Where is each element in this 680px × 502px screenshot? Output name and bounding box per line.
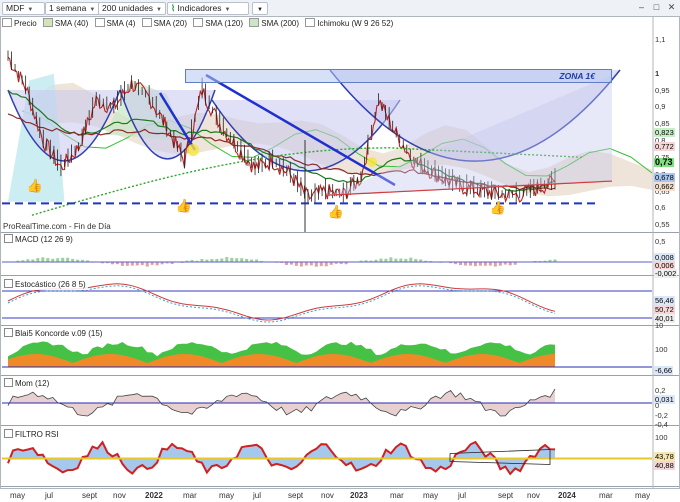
resistance-zone: ZONA 1€ (185, 69, 612, 83)
thumbs-up-icon: 👍 (176, 198, 192, 214)
panel-swatch (4, 234, 13, 243)
price-axis-label: 0,9 (655, 102, 666, 112)
panel-swatch (4, 279, 13, 288)
time-axis-label: nov (321, 491, 334, 500)
highlight-dot (367, 157, 377, 167)
time-axis-label: nov (113, 491, 126, 500)
panel-swatch (4, 328, 13, 337)
panel-label-macd[interactable]: MACD (12 26 9) (2, 234, 75, 245)
price-tag: 0,73 (654, 157, 674, 167)
macd-tag: -0,002 (654, 269, 678, 278)
stoch-tag: 50,72 (654, 305, 675, 314)
price-axis-label: 0,5 (655, 237, 666, 247)
price-axis-label: 0,95 (655, 85, 670, 95)
panel-label-text: Estocástico (26 8 5) (15, 280, 86, 289)
panel-swatch (4, 429, 13, 438)
time-axis-label: may (10, 491, 26, 500)
koncorde-tag: -6,66 (654, 366, 674, 375)
mom-axis-label: -0,4 (655, 420, 668, 429)
time-axis-label: jul (458, 491, 467, 500)
rsi-tag: 43,78 (654, 452, 675, 461)
panel-label-momentum[interactable]: Mom (12) (2, 378, 52, 389)
thumbs-up-icon: 👍 (27, 178, 43, 194)
rsi-tag: 40,88 (654, 461, 675, 470)
time-axis-label: may (219, 491, 235, 500)
time-axis-label: 2024 (558, 491, 576, 500)
thumbs-up-icon: 👍 (328, 204, 344, 220)
time-axis-label: mar (599, 491, 613, 500)
stoch-tag: 56,46 (654, 296, 675, 305)
stoch-axis-label: 10 (655, 321, 664, 330)
price-tag: 0,678 (654, 173, 675, 182)
time-axis-label: jul (45, 491, 54, 500)
panel-label-text: Mom (12) (15, 379, 50, 388)
panel-label-stochastic[interactable]: Estocástico (26 8 5) (2, 279, 88, 290)
time-axis-label: may (635, 491, 651, 500)
price-tag: 0,823 (654, 128, 675, 137)
price-axis-label: 0,85 (655, 119, 670, 129)
mom-axis-label: 0,2 (655, 386, 666, 395)
rsi-axis-label: 100 (655, 433, 668, 442)
price-axis-label: 1,1 (655, 35, 666, 45)
time-axis-label: sept (288, 491, 304, 500)
panel-label-koncorde[interactable]: Blai5 Koncorde v.09 (15) (2, 328, 105, 339)
time-axis-label: nov (527, 491, 540, 500)
panel-label-rsi[interactable]: FILTRO RSI (2, 429, 61, 440)
time-axis-label: mar (390, 491, 404, 500)
time-axis-label: sept (498, 491, 514, 500)
panel-label-text: FILTRO RSI (15, 430, 59, 439)
price-axis-label: 1 (655, 68, 660, 78)
price-tag: 0,662 (654, 182, 675, 191)
price-axis-label: 0,6 (655, 203, 666, 213)
panel-swatch (4, 378, 13, 387)
time-axis-label: mar (183, 491, 197, 500)
mom-axis-label: -0,2 (655, 411, 668, 420)
koncorde-axis-label: 100 (655, 345, 668, 354)
time-axis-label: sept (82, 491, 98, 500)
time-axis-label: 2023 (350, 491, 368, 500)
time-axis-label: 2022 (145, 491, 163, 500)
price-tag: 0,772 (654, 142, 675, 151)
time-axis-label: jul (253, 491, 262, 500)
data-credit: ProRealTime.com - Fin de Día (3, 222, 111, 231)
thumbs-up-icon: 👍 (490, 200, 506, 216)
highlight-dot (187, 144, 199, 156)
panel-label-text: Blai5 Koncorde v.09 (15) (15, 329, 103, 338)
price-axis-label: 0,55 (655, 220, 670, 230)
indicator-panels (2, 257, 652, 476)
zone-label: ZONA 1€ (559, 71, 595, 81)
mom-axis-label: 0 (655, 401, 660, 410)
time-axis-label: may (423, 491, 439, 500)
panel-label-text: MACD (12 26 9) (15, 235, 73, 244)
